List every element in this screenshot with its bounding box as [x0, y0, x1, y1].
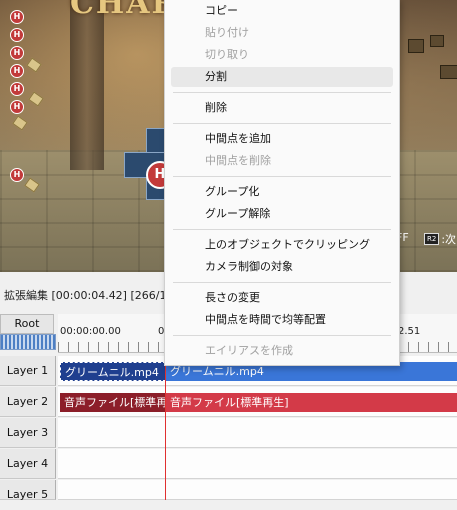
hud-r2-text: :次: [441, 233, 457, 246]
layer-row-4: Layer 4: [0, 449, 457, 479]
h-badge-icon: H: [10, 28, 24, 42]
menu-item-ungroup[interactable]: グループ解除: [171, 204, 393, 224]
preview-pillar: [70, 0, 104, 170]
menu-separator: [173, 229, 391, 230]
menu-item-create-alias[interactable]: エイリアスを作成: [171, 341, 393, 361]
layer-row-2: Layer 2 音声ファイル[標準再生] 音声ファイル[標準再生]: [0, 387, 457, 417]
menu-item-split[interactable]: 分割: [171, 67, 393, 87]
menu-item-cut[interactable]: 切り取り: [171, 45, 393, 65]
layer-track[interactable]: 音声ファイル[標準再生] 音声ファイル[標準再生]: [58, 387, 457, 417]
menu-separator: [173, 92, 391, 93]
layer-track[interactable]: [58, 418, 457, 448]
menu-separator: [173, 176, 391, 177]
h-badge-icon: H: [10, 46, 24, 60]
leaf-icon: [12, 115, 28, 131]
r2-button-icon: R2: [424, 233, 440, 245]
layer-track[interactable]: [58, 480, 457, 500]
menu-separator: [173, 282, 391, 283]
audio-clip-selected[interactable]: 音声ファイル[標準再生]: [60, 393, 166, 412]
h-badge-icon: H: [10, 64, 24, 78]
layer-label[interactable]: Layer 5: [0, 480, 56, 501]
ruler-time-start: 00:00:00.00: [60, 326, 121, 337]
preview-status-icons: H H H H H H H: [0, 0, 44, 210]
preview-crates: [400, 35, 457, 95]
menu-item-change-length[interactable]: 長さの変更: [171, 288, 393, 308]
layer-label[interactable]: Layer 4: [0, 449, 56, 479]
layer-label[interactable]: Layer 3: [0, 418, 56, 448]
menu-item-group[interactable]: グループ化: [171, 182, 393, 202]
menu-item-clip-with-above[interactable]: 上のオブジェクトでクリッピング: [171, 235, 393, 255]
menu-item-remove-midpoint[interactable]: 中間点を削除: [171, 151, 393, 171]
preview-title-fragment: CHAR: [70, 0, 179, 21]
menu-item-paste[interactable]: 貼り付け: [171, 23, 393, 43]
h-badge-icon: H: [10, 100, 24, 114]
h-badge-icon: H: [10, 10, 24, 24]
menu-item-copy[interactable]: コピー: [171, 1, 393, 21]
layer-row-5: Layer 5: [0, 480, 457, 501]
h-badge-icon: H: [10, 168, 24, 182]
menu-item-delete[interactable]: 削除: [171, 98, 393, 118]
menu-separator: [173, 335, 391, 336]
layer-track[interactable]: [58, 449, 457, 479]
audio-clip[interactable]: 音声ファイル[標準再生]: [166, 393, 457, 412]
menu-item-distribute-midpoints[interactable]: 中間点を時間で均等配置: [171, 310, 393, 330]
menu-item-camera-target[interactable]: カメラ制御の対象: [171, 257, 393, 277]
layer-label[interactable]: Layer 1: [0, 356, 56, 386]
root-button[interactable]: Root: [0, 314, 54, 334]
leaf-icon: [26, 57, 42, 73]
ruler-time-end: 2.51: [398, 326, 421, 337]
leaf-icon: [24, 177, 40, 193]
context-menu: コピー 貼り付け 切り取り 分割 削除 中間点を追加 中間点を削除 グループ化 …: [164, 0, 400, 366]
zoom-scale-bar[interactable]: [0, 334, 56, 350]
layer-row-3: Layer 3: [0, 418, 457, 448]
leaf-icon: [28, 91, 44, 107]
hud-r2-hint: R2 :次: [424, 231, 456, 247]
menu-item-add-midpoint[interactable]: 中間点を追加: [171, 129, 393, 149]
menu-separator: [173, 123, 391, 124]
layer-label[interactable]: Layer 2: [0, 387, 56, 417]
video-clip-selected[interactable]: グリームニル.mp4: [60, 362, 166, 381]
h-badge-icon: H: [10, 82, 24, 96]
